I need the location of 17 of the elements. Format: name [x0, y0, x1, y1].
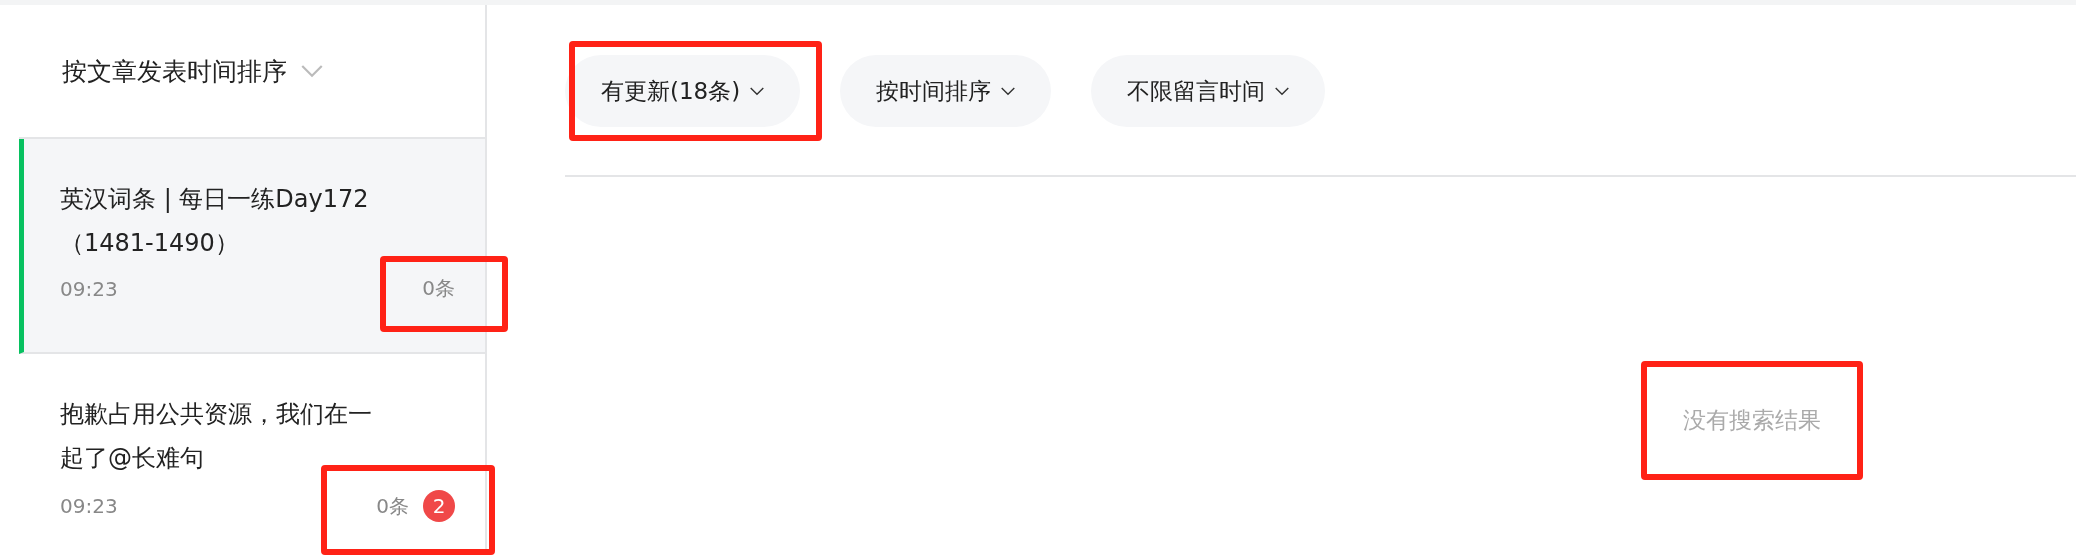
- comment-count: 0条: [422, 275, 455, 302]
- article-time: 09:23: [60, 494, 118, 518]
- article-item[interactable]: 抱歉占用公共资源，我们在一起了@长难句 09:23 0条 2: [19, 354, 485, 555]
- article-time: 09:23: [60, 276, 118, 301]
- empty-message: 没有搜索结果: [1683, 407, 1821, 433]
- comment-count: 0条: [376, 492, 409, 520]
- chevron-down-icon: [1001, 86, 1016, 96]
- chevron-down-icon: [301, 64, 323, 78]
- article-title: 英汉词条 | 每日一练Day172（1481-1490）: [60, 184, 370, 259]
- filter-dropdown[interactable]: 不限留言时间: [1091, 55, 1326, 127]
- chevron-down-icon: [750, 86, 765, 96]
- filter-dropdown[interactable]: 按时间排序: [840, 55, 1052, 127]
- unread-badge: 2: [423, 490, 455, 522]
- article-title: 抱歉占用公共资源，我们在一起了@长难句: [60, 399, 373, 474]
- filter-dropdown[interactable]: 有更新(18条): [565, 55, 801, 127]
- chevron-down-icon: [1275, 86, 1290, 96]
- article-item[interactable]: 英汉词条 | 每日一练Day172（1481-1490） 09:23 0条: [19, 139, 485, 354]
